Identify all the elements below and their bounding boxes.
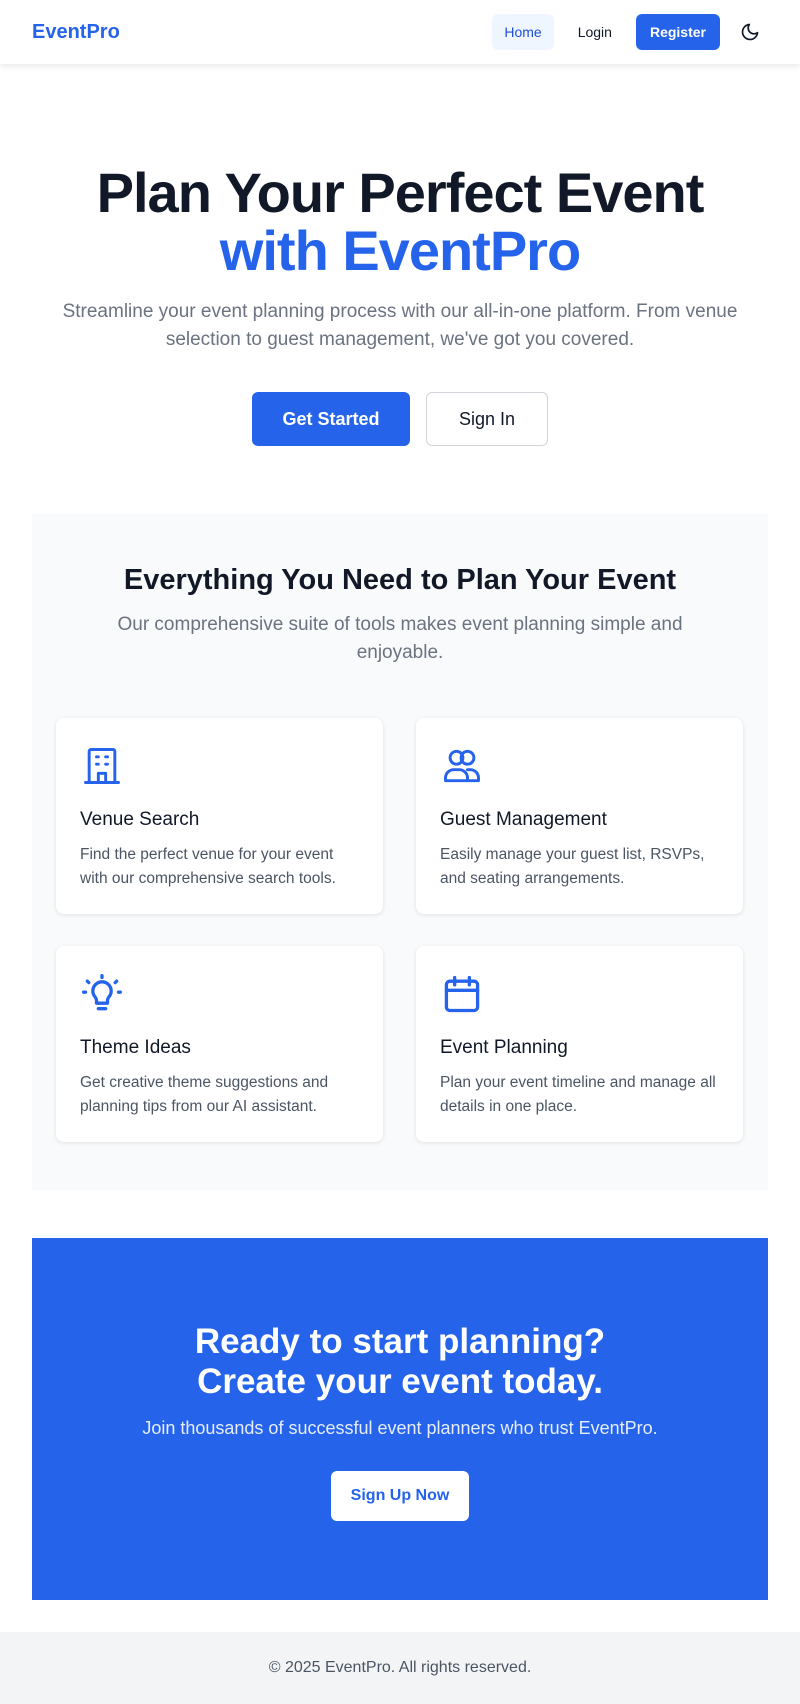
copyright-text: © 2025 EventPro. All rights reserved.	[268, 1659, 532, 1676]
calendar-icon	[444, 975, 480, 1013]
sign-up-now-button[interactable]: Sign Up Now	[331, 1471, 469, 1521]
brand-logo[interactable]: EventPro	[32, 21, 120, 44]
nav-home-link[interactable]: Home	[492, 14, 554, 50]
cta-title-line2: Create your event today.	[197, 1362, 603, 1401]
nav-login-link[interactable]: Login	[566, 14, 624, 50]
register-button[interactable]: Register	[635, 14, 720, 50]
footer: © 2025 EventPro. All rights reserved.	[0, 1632, 800, 1704]
cta-title: Ready to start planning? Create your eve…	[32, 1322, 768, 1402]
feature-description: Find the perfect venue for your event wi…	[80, 846, 336, 887]
features-section: Everything You Need to Plan Your Event O…	[32, 514, 768, 1190]
lightbulb-icon	[82, 974, 122, 1011]
hero-actions: Get Started Sign In	[0, 392, 800, 446]
hero-title-line1: Plan Your Perfect Event	[96, 161, 705, 224]
feature-name: Theme Ideas	[80, 1037, 191, 1058]
hero-title: Plan Your Perfect Event with EventPro	[0, 164, 800, 280]
cta-subtitle: Join thousands of successful event plann…	[142, 1418, 658, 1438]
hero-title-line2: with EventPro	[219, 219, 581, 282]
cta-title-line1: Ready to start planning?	[194, 1322, 606, 1361]
feature-description: Easily manage your guest list, RSVPs, an…	[440, 846, 705, 887]
feature-description: Get creative theme suggestions and plann…	[80, 1074, 329, 1115]
building-icon	[84, 748, 120, 784]
users-icon	[444, 749, 480, 783]
features-title: Everything You Need to Plan Your Event	[123, 564, 677, 596]
feature-card-guest-management: Guest Management Easily manage your gues…	[416, 718, 743, 914]
feature-description: Plan your event timeline and manage all …	[440, 1074, 716, 1115]
feature-card-event-planning: Event Planning Plan your event timeline …	[416, 946, 743, 1142]
feature-grid: Venue Search Find the perfect venue for …	[56, 718, 743, 1142]
get-started-button[interactable]: Get Started	[252, 392, 410, 446]
navbar: EventPro Home Login Register	[0, 0, 800, 64]
feature-name: Venue Search	[80, 809, 200, 830]
feature-card-venue-search: Venue Search Find the perfect venue for …	[56, 718, 383, 914]
nav-links: Home Login Register	[492, 14, 768, 50]
feature-name: Guest Management	[440, 809, 607, 830]
hero-subtitle: Streamline your event planning process w…	[62, 301, 738, 350]
cta-section: Ready to start planning? Create your eve…	[32, 1238, 768, 1600]
feature-name: Event Planning	[440, 1037, 568, 1058]
hero-section: Plan Your Perfect Event with EventPro St…	[0, 64, 800, 514]
theme-toggle-button[interactable]	[732, 14, 768, 50]
sign-in-button[interactable]: Sign In	[426, 392, 548, 446]
feature-card-theme-ideas: Theme Ideas Get creative theme suggestio…	[56, 946, 383, 1142]
moon-icon	[741, 23, 759, 41]
features-subtitle: Our comprehensive suite of tools makes e…	[117, 614, 683, 663]
